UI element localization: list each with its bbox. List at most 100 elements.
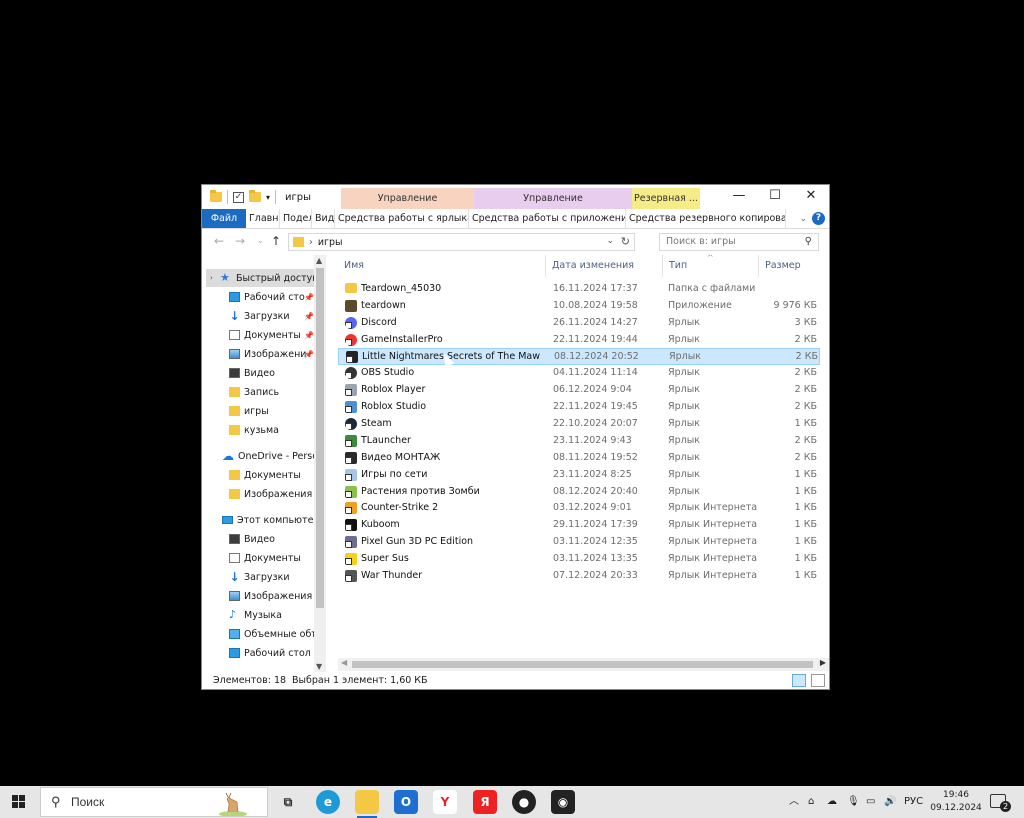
tab-view[interactable]: Вид [312,209,335,228]
tab-file[interactable]: Файл [202,209,246,228]
file-row[interactable]: teardown 10.08.2024 19:58 Приложение 9 976 … [338,298,820,315]
column-date[interactable]: Дата изменения [546,255,663,277]
nav-scroll-thumb[interactable] [316,268,324,608]
tab-backup-tools[interactable]: Средства резервного копирования [626,209,786,228]
nav-item-pc-3d-objects[interactable]: Объемные объ [229,625,314,643]
new-folder-icon[interactable] [249,190,261,202]
maximize-button[interactable]: ☐ [757,185,793,209]
tab-app-tools[interactable]: Средства работы с приложениями [469,209,626,228]
yandex-browser-icon[interactable]: Y [433,790,457,814]
expand-chevron-icon[interactable]: › [210,274,213,282]
properties-icon[interactable]: ✓ [233,191,244,203]
nav-item-this-pc[interactable]: Этот компьютер [222,511,314,529]
notification-center-icon[interactable]: 2 [990,794,1011,812]
context-tab-app-manage[interactable]: Управление [474,188,632,209]
language-indicator[interactable]: РУС [904,786,923,818]
nav-scrollbar[interactable]: ▲ ▼ [314,255,326,672]
column-size[interactable]: Размер [759,255,821,277]
file-row[interactable]: Roblox Player 06.12.2024 9:04 Ярлык 2 КБ [338,382,820,399]
file-row[interactable]: Steam 22.10.2024 20:07 Ярлык 1 КБ [338,416,820,433]
column-name[interactable]: Имя [338,255,546,277]
context-tab-backup[interactable]: Резервная ... [632,188,700,209]
nav-item-onedrive-documents[interactable]: Документы [229,466,314,484]
edge-browser-icon[interactable]: e [316,790,340,814]
nav-item-pc-pictures[interactable]: Изображения [229,587,314,605]
obs-taskbar-icon[interactable]: ● [512,790,536,814]
tab-shortcut-tools[interactable]: Средства работы с ярлыками [335,209,469,228]
task-view-icon[interactable]: ⧉ [276,790,300,814]
minimize-button[interactable]: — [721,185,757,209]
file-row[interactable]: TLauncher 23.11.2024 9:43 Ярлык 2 КБ [338,433,820,450]
nav-item-kuzma[interactable]: кузьма [229,421,314,439]
help-icon[interactable]: ? [812,212,825,225]
nav-item-documents[interactable]: Документы 📌 [229,326,314,344]
tab-home[interactable]: Главна [246,209,280,228]
nav-item-pc-music[interactable]: ♪ Музыка [229,606,314,624]
nav-item-igry[interactable]: игры [229,402,314,420]
close-button[interactable]: ✕ [793,185,829,209]
expand-ribbon-icon[interactable]: ⌄ [799,209,807,229]
volume-icon[interactable]: 🔊 [884,786,896,818]
horizontal-scroll-thumb[interactable] [352,661,813,668]
file-row[interactable]: Counter-Strike 2 03.12.2024 9:01 Ярлык Инт… [338,500,820,517]
nav-item-pc-desktop[interactable]: Рабочий стол [229,644,314,662]
search-input[interactable]: Поиск в: игры ⚲ [659,233,819,251]
show-hidden-icons-icon[interactable]: ︿ [789,786,799,818]
horizontal-scrollbar[interactable]: ◀ ▶ [338,658,829,671]
context-tab-shortcut-manage[interactable]: Управление [341,188,474,209]
forward-arrow-icon[interactable]: → [235,234,245,248]
nav-item-onedrive-pictures[interactable]: Изображения [229,485,314,503]
column-type[interactable]: Тип [663,255,759,277]
file-row[interactable]: Видео МОНТАЖ 08.11.2024 19:52 Ярлык 2 КБ [338,450,820,467]
file-row[interactable]: Kuboom 29.11.2024 17:39 Ярлык Интернета 1 К… [338,517,820,534]
refresh-icon[interactable]: ↻ [621,235,630,248]
tab-share[interactable]: Подел [280,209,312,228]
nav-item-zapis[interactable]: Запись [229,383,314,401]
title-bar[interactable]: ✓ ▾ игры Управление Управление Резервная… [202,185,829,209]
recent-chevron-icon[interactable]: ⌄ [257,236,264,245]
details-view-icon[interactable] [792,674,806,687]
network-icon[interactable]: ▭ [866,786,875,818]
scroll-left-icon[interactable]: ◀ [341,658,347,667]
address-field[interactable]: › игры ⌄ ↻ [288,233,635,251]
file-row[interactable]: Игры по сети 23.11.2024 8:25 Ярлык 1 КБ [338,467,820,484]
nav-item-pc-video[interactable]: Видео [229,530,314,548]
file-row[interactable]: GameInstallerPro 22.11.2024 19:44 Ярлык 2 К… [338,332,820,349]
breadcrumb[interactable]: игры [318,237,343,248]
usb-icon[interactable]: ⌂ [808,786,814,818]
file-row[interactable]: Roblox Studio 22.11.2024 19:45 Ярлык 2 КБ [338,399,820,416]
scroll-down-icon[interactable]: ▼ [316,662,322,671]
large-icons-view-icon[interactable] [811,674,825,687]
file-row-selected[interactable]: Little Nightmares Secrets of The Maw Ch.… [338,348,820,365]
file-row[interactable]: OBS Studio 04.11.2024 11:14 Ярлык 2 КБ [338,365,820,382]
nav-item-onedrive[interactable]: ☁ OneDrive - Persor [222,447,314,465]
address-dropdown-icon[interactable]: ⌄ [606,236,614,246]
nav-item-desktop[interactable]: Рабочий сто 📌 [229,288,314,306]
onedrive-tray-icon[interactable]: ☁ [827,786,837,818]
yandex-icon[interactable]: Я [473,790,497,814]
file-row[interactable]: Pixel Gun 3D PC Edition 03.11.2024 12:35 Я… [338,534,820,551]
nav-item-video[interactable]: Видео [229,364,314,382]
outlook-icon[interactable]: O [394,790,418,814]
customize-toolbar-icon[interactable]: ▾ [266,193,270,202]
scroll-up-icon[interactable]: ▲ [316,256,322,265]
nav-item-quick-access[interactable]: › ★ Быстрый доступ [206,269,318,287]
up-arrow-icon[interactable]: ↑ [271,234,281,248]
taskbar-search[interactable]: ⚲ Поиск [40,787,268,817]
nav-item-pictures[interactable]: Изображени 📌 [229,345,314,363]
search-icon[interactable]: ⚲ [805,234,812,250]
back-arrow-icon[interactable]: ← [214,234,224,248]
start-button[interactable] [0,786,38,818]
little-nightmares-taskbar-icon[interactable]: ◉ [551,790,575,814]
file-row[interactable]: Discord 26.11.2024 14:27 Ярлык 3 КБ [338,315,820,332]
nav-item-downloads[interactable]: ↓ Загрузки 📌 [229,307,314,325]
file-explorer-icon[interactable] [355,790,379,818]
file-row[interactable]: Teardown_45030 16.11.2024 17:37 Папка с фа… [338,281,820,298]
microphone-icon[interactable]: 🎙 [847,786,860,818]
file-row[interactable]: War Thunder 07.12.2024 20:33 Ярлык Интерне… [338,568,820,585]
nav-item-pc-downloads[interactable]: ↓ Загрузки [229,568,314,586]
nav-item-pc-documents[interactable]: Документы [229,549,314,567]
file-row[interactable]: Super Sus 03.11.2024 13:35 Ярлык Интернета… [338,551,820,568]
scroll-right-icon[interactable]: ▶ [820,658,826,667]
clock[interactable]: 19:46 09.12.2024 [930,789,982,815]
